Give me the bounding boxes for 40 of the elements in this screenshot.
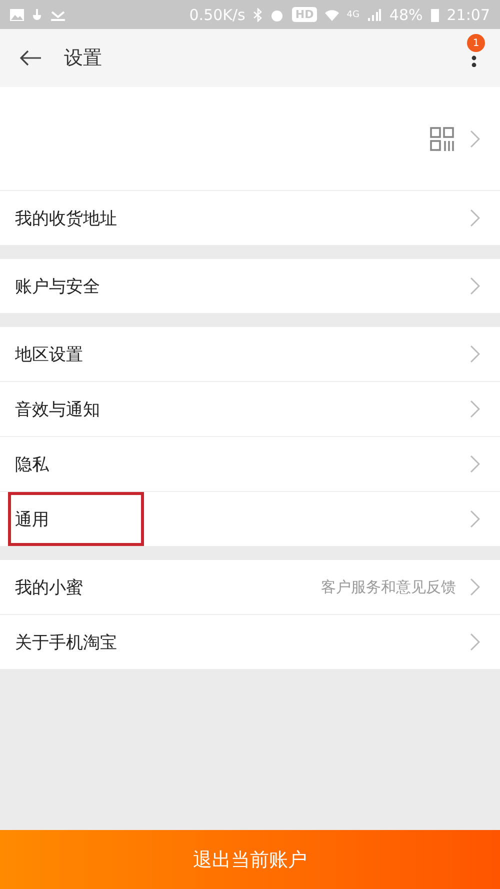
row-label: 我的收货地址: [15, 208, 118, 230]
chevron-icon: [470, 510, 480, 528]
wifi-icon: [324, 8, 339, 20]
back-arrow-icon[interactable]: [20, 50, 42, 66]
clock: 21:07: [446, 6, 490, 24]
chevron-icon: [470, 209, 480, 227]
chevron-icon: [470, 455, 480, 473]
settings-row[interactable]: 隐私: [0, 436, 500, 491]
signal-icon: [367, 8, 382, 20]
row-label: 关于手机淘宝: [15, 632, 118, 654]
settings-row[interactable]: 关于手机淘宝: [0, 614, 500, 669]
battery-icon: [430, 8, 439, 22]
chevron-icon: [470, 345, 480, 363]
notification-badge: 1: [467, 34, 485, 52]
bluetooth-icon: [253, 8, 262, 22]
settings-row[interactable]: 我的小蜜 客户服务和意见反馈: [0, 560, 500, 614]
hd-indicator: HD: [292, 7, 317, 22]
battery-percent: 48%: [389, 6, 423, 24]
page-title: 设置: [64, 46, 103, 71]
settings-row[interactable]: 通用: [0, 491, 500, 546]
row-label: 地区设置: [15, 344, 84, 366]
row-label: 账户与安全: [15, 276, 101, 298]
row-value: 客户服务和意见反馈: [321, 578, 456, 596]
settings-row[interactable]: 账户与安全: [0, 259, 500, 313]
row-label: 音效与通知: [15, 398, 101, 420]
settings-row[interactable]: 我的收货地址: [0, 190, 500, 245]
chevron-icon: [470, 578, 480, 596]
chevron-icon: [470, 130, 480, 148]
chevron-icon: [470, 633, 480, 651]
row-label: 通用: [15, 508, 50, 530]
chevron-icon: [470, 277, 480, 295]
network-speed: 0.50K/s: [189, 6, 246, 24]
row-label: 隐私: [15, 454, 50, 476]
settings-row[interactable]: 音效与通知: [0, 381, 500, 436]
settings-row[interactable]: 地区设置: [0, 327, 500, 381]
row-label: 我的小蜜: [15, 576, 84, 598]
chevron-icon: [470, 400, 480, 418]
image-icon: [10, 8, 24, 20]
network-type: 4G: [346, 10, 360, 20]
qr-code-icon[interactable]: [430, 126, 454, 150]
